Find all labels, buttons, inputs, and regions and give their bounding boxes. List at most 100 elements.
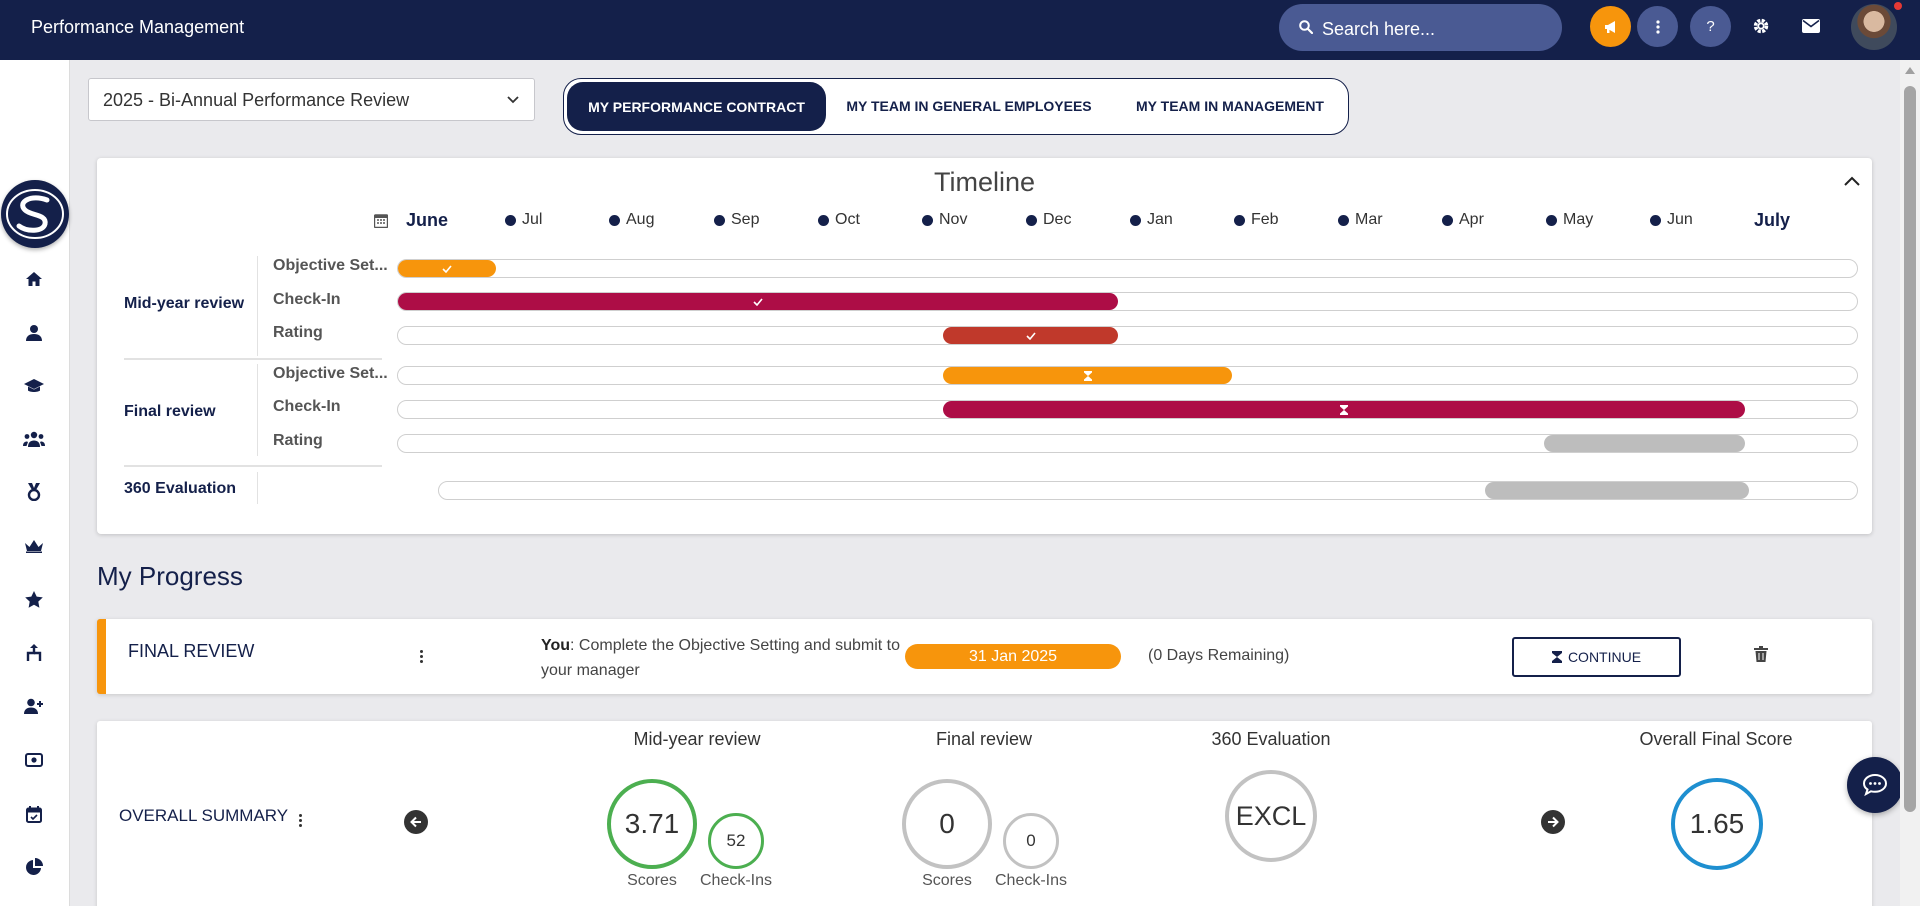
month-marker: Oct <box>818 211 860 229</box>
check-icon <box>753 297 763 306</box>
chevron-down-icon <box>507 96 519 104</box>
more-vertical-icon[interactable] <box>297 814 303 827</box>
timeline-start-label: June <box>406 210 449 230</box>
task-description: You: Complete the Objective Setting and … <box>541 637 900 679</box>
sidebar-item-calendar[interactable] <box>23 803 45 825</box>
days-remaining: (0 Days Remaining) <box>1148 647 1290 664</box>
row-label-rating: Rating <box>273 324 323 341</box>
section-title-my-progress: My Progress <box>97 561 243 591</box>
sidebar-item-profile[interactable] <box>23 321 45 343</box>
scroll-up-arrow[interactable] <box>1905 67 1915 74</box>
gear-icon <box>1753 18 1769 34</box>
more-options-button[interactable] <box>1637 6 1678 47</box>
sidebar-item-leadership[interactable] <box>23 535 45 557</box>
medal-icon <box>27 483 41 501</box>
sidebar-item-favorites[interactable] <box>23 588 45 610</box>
midyear-heading: Mid-year review <box>633 729 761 749</box>
divider <box>257 364 258 456</box>
mail-icon <box>1802 19 1820 33</box>
final-heading: Final review <box>935 729 1033 749</box>
arrow-left-icon <box>410 816 421 828</box>
bar-midyear-objective-setting[interactable] <box>398 260 496 277</box>
avatar[interactable] <box>1851 4 1897 50</box>
row-label-check-in: Check-In <box>273 398 341 415</box>
final-checkins-label: Check-Ins <box>994 872 1068 889</box>
tab-my-team-general-employees[interactable]: MY TEAM IN GENERAL EMPLOYEES <box>826 79 1112 132</box>
arrow-right-icon <box>1548 816 1559 828</box>
row-label-objective-setting: Objective Set... <box>273 365 388 382</box>
month-marker: Dec <box>1026 211 1071 229</box>
tab-my-team-management[interactable]: MY TEAM IN MANAGEMENT <box>1112 79 1348 132</box>
group-label-final: Final review <box>124 403 216 420</box>
timeline-start-month: June <box>374 210 448 231</box>
final-review-title: FINAL REVIEW <box>128 641 255 661</box>
bar-final-objective-setting[interactable] <box>943 367 1232 384</box>
row-label-check-in: Check-In <box>273 291 341 308</box>
calendar-icon <box>374 214 388 228</box>
search-input[interactable]: Search here... <box>1322 19 1435 40</box>
bar-final-check-in[interactable] <box>943 401 1745 418</box>
timeline-title: Timeline <box>933 167 1036 197</box>
more-vertical-icon[interactable] <box>418 650 424 663</box>
group-label-360: 360 Evaluation <box>124 480 237 497</box>
month-marker: Feb <box>1234 211 1279 229</box>
scrollbar-thumb[interactable] <box>1904 86 1916 812</box>
tab-my-performance-contract[interactable]: MY PERFORMANCE CONTRACT <box>567 82 826 131</box>
due-date-badge: 31 Jan 2025 <box>905 644 1121 669</box>
sidebar-item-compensation[interactable] <box>23 749 45 771</box>
sidebar-item-organization[interactable] <box>23 642 45 664</box>
sidebar-item-team[interactable] <box>23 428 45 450</box>
bar-360-evaluation[interactable] <box>1485 482 1749 499</box>
help-icon: ? <box>1706 18 1715 35</box>
announcements-button[interactable] <box>1590 6 1631 47</box>
money-icon <box>25 753 43 767</box>
month-marker: Jan <box>1130 211 1173 229</box>
sidebar-item-home[interactable] <box>23 268 45 290</box>
sidebar-item-awards[interactable] <box>23 481 45 503</box>
timeline-track <box>397 259 1858 278</box>
divider <box>124 358 382 360</box>
logo-mark <box>6 189 64 239</box>
review-cycle-value: 2025 - Bi-Annual Performance Review <box>103 90 410 110</box>
review-cycle-select[interactable]: 2025 - Bi-Annual Performance Review <box>88 78 535 121</box>
trash-icon[interactable] <box>1754 646 1768 662</box>
final-checkins-ring: 0 <box>1003 813 1059 869</box>
midyear-checkins-ring: 52 <box>708 813 764 869</box>
app-title: Performance Management <box>31 17 245 37</box>
bar-final-rating[interactable] <box>1544 435 1745 452</box>
more-vertical-icon <box>1655 19 1660 34</box>
divider <box>257 472 258 504</box>
previous-arrow-button[interactable] <box>404 810 428 834</box>
hourglass-icon <box>1083 370 1092 381</box>
divider <box>257 256 258 356</box>
user-icon <box>26 324 42 341</box>
evaluation360-heading: 360 Evaluation <box>1211 729 1331 749</box>
chat-button[interactable] <box>1847 757 1903 813</box>
timeline-card <box>97 158 1872 534</box>
bar-midyear-rating[interactable] <box>943 327 1118 344</box>
view-tabs: MY PERFORMANCE CONTRACT MY TEAM IN GENER… <box>563 78 1349 135</box>
chevron-up-icon[interactable] <box>1842 172 1862 192</box>
midyear-checkins-label: Check-Ins <box>699 872 773 889</box>
timeline-track <box>397 326 1858 345</box>
row-label-objective-setting: Objective Set... <box>273 257 388 274</box>
org-chart-icon <box>26 644 42 661</box>
search-bar[interactable]: Search here... <box>1279 4 1562 51</box>
month-marker: Jun <box>1650 211 1693 229</box>
month-marker: Nov <box>922 211 967 229</box>
graduation-cap-icon <box>24 379 44 392</box>
continue-button[interactable]: CONTINUE <box>1512 637 1681 677</box>
sidebar-item-reports[interactable] <box>23 856 45 878</box>
group-label-midyear: Mid-year review <box>124 295 245 312</box>
messages-button[interactable] <box>1801 16 1821 36</box>
continue-label: CONTINUE <box>1567 649 1642 665</box>
settings-button[interactable] <box>1751 16 1771 36</box>
help-button[interactable]: ? <box>1690 6 1731 47</box>
home-icon <box>26 272 42 286</box>
final-score-ring: 0 <box>902 779 992 869</box>
company-logo[interactable] <box>1 180 69 248</box>
bar-midyear-check-in[interactable] <box>398 293 1118 310</box>
sidebar-item-add-user[interactable] <box>23 695 45 717</box>
sidebar-item-learning[interactable] <box>23 375 45 397</box>
next-arrow-button[interactable] <box>1541 810 1565 834</box>
